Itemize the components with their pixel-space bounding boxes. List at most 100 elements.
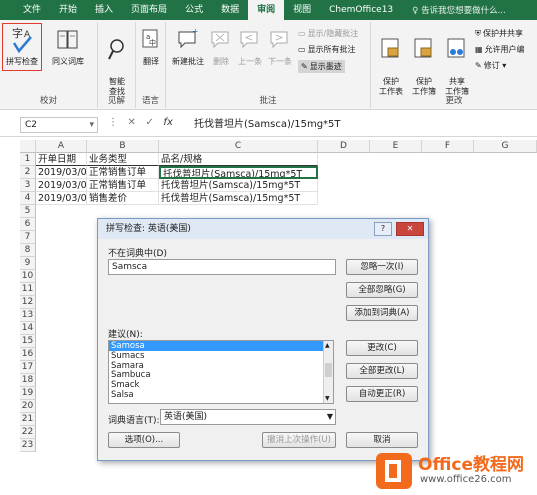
scroll-thumb[interactable] xyxy=(325,363,332,377)
col-header-e[interactable]: E xyxy=(370,140,422,153)
help-icon[interactable]: ? xyxy=(374,222,392,236)
tell-me-box[interactable]: ♀ 告诉我您想要做什么... xyxy=(412,4,506,16)
list-item[interactable]: Sambuca xyxy=(109,370,333,380)
close-icon[interactable]: ✕ xyxy=(396,222,424,236)
row-header[interactable]: 15 xyxy=(20,335,36,348)
show-hide-comment-button[interactable]: ▭ 显示/隐藏批注 xyxy=(298,28,358,39)
list-item[interactable]: Samara xyxy=(109,361,333,371)
arrow-up-icon[interactable]: ▲ xyxy=(325,342,330,349)
tab-chemoffice[interactable]: ChemOffice13 xyxy=(320,0,402,20)
table-cell[interactable]: 托伐普坦片(Samsca)/15mg*5T xyxy=(159,192,318,205)
row-header[interactable]: 6 xyxy=(20,218,36,231)
table-cell[interactable]: 品名/规格 xyxy=(159,153,318,166)
tab-data[interactable]: 数据 xyxy=(212,0,248,20)
dictionary-language-select[interactable]: 英语(美国) ▼ xyxy=(160,409,336,425)
table-cell[interactable]: 业务类型 xyxy=(87,153,159,166)
row-header[interactable]: 19 xyxy=(20,387,36,400)
table-cell[interactable]: 2019/03/0 xyxy=(36,166,87,179)
suggestions-scrollbar[interactable]: ▲ ▼ xyxy=(323,341,333,403)
formula-input[interactable]: 托伐普坦片(Samsca)/15mg*5T xyxy=(190,117,535,133)
thesaurus-button[interactable]: 同义词库 xyxy=(44,25,92,67)
row-header[interactable]: 7 xyxy=(20,231,36,244)
list-item[interactable]: Sumacs xyxy=(109,351,333,361)
autocorrect-button[interactable]: 自动更正(R) xyxy=(346,386,418,402)
show-all-comments-button[interactable]: ▭ 显示所有批注 xyxy=(298,44,356,55)
row-header[interactable]: 12 xyxy=(20,296,36,309)
row-header[interactable]: 20 xyxy=(20,400,36,413)
cancel-icon[interactable]: ✕ xyxy=(128,117,136,128)
col-header-g[interactable]: G xyxy=(474,140,537,153)
protect-workbook-button[interactable]: 保护 工作簿 xyxy=(408,25,440,97)
tab-formulas[interactable]: 公式 xyxy=(176,0,212,20)
next-comment-button[interactable]: 下一条 xyxy=(266,25,294,67)
not-in-dict-field[interactable]: Samsca xyxy=(108,259,336,275)
chevron-down-icon[interactable]: ▼ xyxy=(327,410,333,424)
fx-icon[interactable]: fx xyxy=(163,117,172,128)
list-item[interactable]: Salsa xyxy=(109,390,333,400)
col-header-a[interactable]: A xyxy=(36,140,87,153)
row-header[interactable]: 10 xyxy=(20,270,36,283)
translate-button[interactable]: a中 翻译 xyxy=(137,25,165,67)
select-all-corner[interactable] xyxy=(20,140,36,153)
row-header[interactable]: 4 xyxy=(20,192,36,205)
change-button[interactable]: 更改(C) xyxy=(346,340,418,356)
tab-insert[interactable]: 插入 xyxy=(86,0,122,20)
arrow-down-icon[interactable]: ▼ xyxy=(325,395,330,402)
row-header[interactable]: 13 xyxy=(20,309,36,322)
table-cell[interactable]: 销售差价 xyxy=(87,192,159,205)
track-changes-button[interactable]: ✎ 修订 ▾ xyxy=(475,60,506,71)
row-header[interactable]: 14 xyxy=(20,322,36,335)
ignore-once-button[interactable]: 忽略一次(I) xyxy=(346,259,418,275)
tab-page-layout[interactable]: 页面布局 xyxy=(122,0,176,20)
row-header[interactable]: 5 xyxy=(20,205,36,218)
col-header-b[interactable]: B xyxy=(87,140,159,153)
add-to-dictionary-button[interactable]: 添加到词典(A) xyxy=(346,305,418,321)
ignore-all-button[interactable]: 全部忽略(G) xyxy=(346,282,418,298)
table-cell[interactable]: 2019/03/0 xyxy=(36,192,87,205)
list-item[interactable]: Samosa xyxy=(109,341,333,351)
table-cell[interactable]: 正常销售订单 xyxy=(87,166,159,179)
col-header-c[interactable]: C xyxy=(159,140,318,153)
row-header[interactable]: 17 xyxy=(20,361,36,374)
table-cell[interactable]: 正常销售订单 xyxy=(87,179,159,192)
row-header[interactable]: 18 xyxy=(20,374,36,387)
suggestions-list[interactable]: Samosa Sumacs Samara Sambuca Smack Salsa… xyxy=(108,340,334,404)
allow-edit-button[interactable]: ▦ 允许用户编 xyxy=(475,44,525,55)
new-comment-button[interactable]: + 新建批注 xyxy=(170,25,206,67)
undo-last-button[interactable]: 撤消上次操作(U) xyxy=(262,432,336,448)
row-header[interactable]: 16 xyxy=(20,348,36,361)
protect-share-button[interactable]: ⛨ 保护并共享 xyxy=(475,28,523,39)
options-button[interactable]: 选项(O)... xyxy=(108,432,180,448)
tab-view[interactable]: 视图 xyxy=(284,0,320,20)
chevron-down-icon[interactable]: ▾ xyxy=(89,118,94,132)
tab-review[interactable]: 审阅 xyxy=(248,0,285,20)
table-cell[interactable]: 开单日期 xyxy=(36,153,87,166)
table-cell[interactable]: 托伐普坦片(Samsca)/15mg*5T xyxy=(159,179,318,192)
row-header[interactable]: 3 xyxy=(20,179,36,192)
tab-file[interactable]: 文件 xyxy=(14,0,50,20)
row-header[interactable]: 8 xyxy=(20,244,36,257)
share-workbook-button[interactable]: 共享 工作簿 xyxy=(441,25,473,97)
table-cell[interactable]: 托伐普坦片(Samsca)/15mg*5T xyxy=(159,166,318,179)
show-ink-button[interactable]: ✎ 显示墨迹 xyxy=(298,60,345,73)
row-header[interactable]: 1 xyxy=(20,153,36,166)
enter-icon[interactable]: ✓ xyxy=(145,117,153,128)
row-header[interactable]: 9 xyxy=(20,257,36,270)
col-header-f[interactable]: F xyxy=(422,140,474,153)
col-header-d[interactable]: D xyxy=(318,140,370,153)
row-header[interactable]: 11 xyxy=(20,283,36,296)
change-all-button[interactable]: 全部更改(L) xyxy=(346,363,418,379)
row-header[interactable]: 23 xyxy=(20,439,36,452)
list-item[interactable]: Smack xyxy=(109,380,333,390)
prev-comment-button[interactable]: 上一条 xyxy=(236,25,264,67)
tab-home[interactable]: 开始 xyxy=(50,0,86,20)
row-header[interactable]: 22 xyxy=(20,426,36,439)
row-header[interactable]: 2 xyxy=(20,166,36,179)
smart-lookup-button[interactable]: 智能 查找 xyxy=(100,25,134,97)
show-all-comments-label: 显示所有批注 xyxy=(307,45,356,54)
table-cell[interactable]: 2019/03/0 xyxy=(36,179,87,192)
name-box[interactable]: C2 ▾ xyxy=(20,117,98,133)
delete-comment-button[interactable]: 删除 xyxy=(208,25,234,67)
protect-sheet-button[interactable]: 保护 工作表 xyxy=(375,25,407,97)
row-header[interactable]: 21 xyxy=(20,413,36,426)
